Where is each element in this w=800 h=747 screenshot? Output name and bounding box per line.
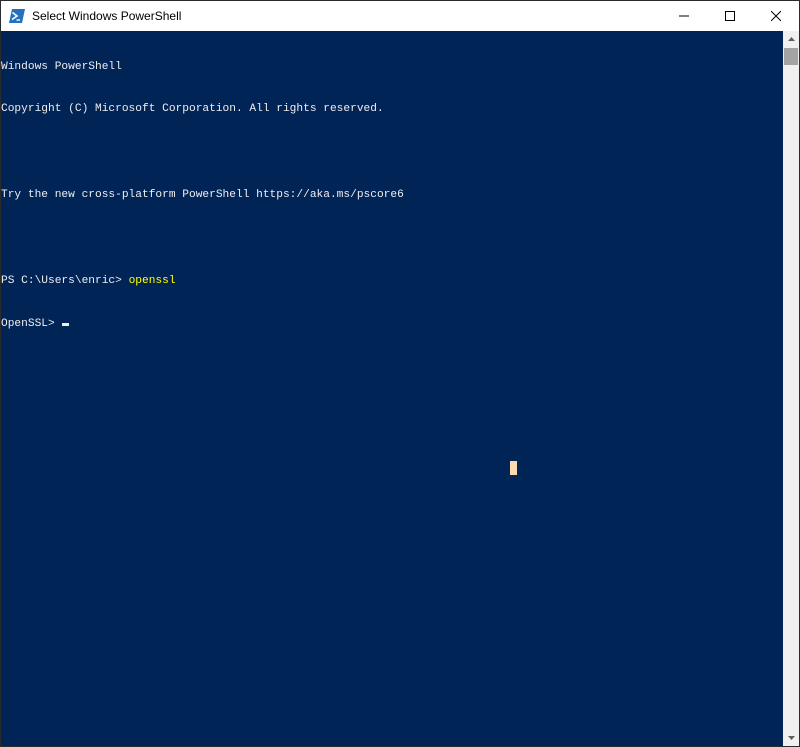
maximize-icon xyxy=(725,11,735,21)
minimize-icon xyxy=(679,15,689,17)
console-line-banner: Windows PowerShell xyxy=(1,60,122,73)
console-line-pscore-hint: Try the new cross-platform PowerShell ht… xyxy=(1,189,404,202)
caption-buttons xyxy=(661,1,799,31)
scroll-down-arrow-icon xyxy=(787,736,795,740)
close-icon xyxy=(771,11,781,21)
mouse-pointer-icon xyxy=(510,461,517,475)
console-line-openssl-prompt: OpenSSL> xyxy=(1,317,783,331)
close-button[interactable] xyxy=(753,1,799,31)
typed-command: openssl xyxy=(128,275,176,288)
console-line-copyright: Copyright (C) Microsoft Corporation. All… xyxy=(1,103,384,116)
console-line-blank xyxy=(1,231,783,245)
openssl-prompt: OpenSSL> xyxy=(1,317,62,330)
window-title: Select Windows PowerShell xyxy=(32,9,182,23)
scroll-down-button[interactable] xyxy=(783,730,799,746)
console-text: Windows PowerShell Copyright (C) Microso… xyxy=(1,31,783,360)
maximize-button[interactable] xyxy=(707,1,753,31)
scroll-up-arrow-icon xyxy=(787,37,795,41)
ps-prompt: PS C:\Users\enric> xyxy=(1,275,129,288)
powershell-window: Select Windows PowerShell Windows PowerS… xyxy=(0,0,800,747)
console-line-ps-prompt: PS C:\Users\enric> openssl xyxy=(1,274,783,288)
console-line-blank xyxy=(1,145,783,159)
console-output[interactable]: Windows PowerShell Copyright (C) Microso… xyxy=(1,31,783,746)
text-cursor xyxy=(62,322,70,326)
title-bar[interactable]: Select Windows PowerShell xyxy=(1,1,799,31)
vertical-scrollbar[interactable] xyxy=(783,31,799,746)
scrollbar-thumb[interactable] xyxy=(784,48,798,65)
powershell-icon xyxy=(9,9,25,23)
minimize-button[interactable] xyxy=(661,1,707,31)
scroll-up-button[interactable] xyxy=(783,31,799,47)
